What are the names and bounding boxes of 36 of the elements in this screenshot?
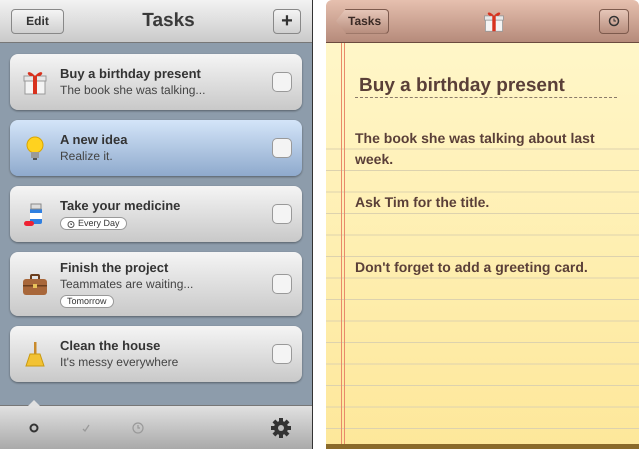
task-note: Teammates are waiting... bbox=[60, 277, 194, 292]
note-paragraph: The book she was talking about last week. bbox=[355, 128, 596, 169]
checkbox[interactable] bbox=[272, 344, 292, 364]
task-card[interactable]: Buy a birthday present The book she was talking... bbox=[10, 54, 302, 110]
edit-button[interactable]: Edit bbox=[11, 8, 64, 34]
task-title: Take your medicine bbox=[60, 198, 180, 214]
task-title: Clean the house bbox=[60, 338, 160, 354]
task-note: It's messy everywhere bbox=[60, 355, 178, 370]
alarm-button[interactable] bbox=[598, 8, 629, 34]
clock-tab-icon[interactable] bbox=[131, 420, 145, 434]
task-note: Realize it. bbox=[60, 149, 113, 164]
note-paragraph: Ask Tim for the title. bbox=[355, 193, 490, 212]
task-title: Finish the project bbox=[60, 260, 168, 276]
checkbox[interactable] bbox=[272, 274, 292, 294]
task-note: The book she was talking... bbox=[60, 83, 206, 98]
task-tag: Tomorrow bbox=[60, 295, 114, 308]
add-button[interactable]: + bbox=[273, 8, 301, 34]
circle-tab-icon[interactable] bbox=[27, 420, 41, 434]
clock-icon bbox=[608, 15, 620, 27]
note-paragraph: Don't forget to add a greeting card. bbox=[355, 258, 589, 277]
selection-pointer-icon bbox=[28, 400, 40, 406]
note-title: Buy a birthday present bbox=[355, 75, 617, 98]
task-card[interactable]: Take your medicine Every Day bbox=[10, 186, 302, 242]
task-title: Buy a birthday present bbox=[60, 66, 201, 82]
alarm-clock-icon bbox=[67, 220, 75, 228]
checkbox[interactable] bbox=[272, 72, 292, 92]
task-title: A new idea bbox=[60, 132, 128, 148]
checkbox[interactable] bbox=[272, 138, 292, 158]
task-card[interactable]: A new idea Realize it. bbox=[10, 120, 302, 176]
settings-icon[interactable] bbox=[270, 416, 292, 438]
task-card[interactable]: Finish the project Teammates are waiting... Tomorrow bbox=[10, 252, 302, 316]
back-button[interactable]: Tasks bbox=[336, 8, 390, 34]
screen-title: Tasks bbox=[142, 8, 195, 33]
task-card[interactable]: Clean the house It's messy everywhere bbox=[10, 326, 302, 382]
checkbox[interactable] bbox=[272, 204, 292, 224]
task-tag: Every Day bbox=[60, 217, 127, 230]
